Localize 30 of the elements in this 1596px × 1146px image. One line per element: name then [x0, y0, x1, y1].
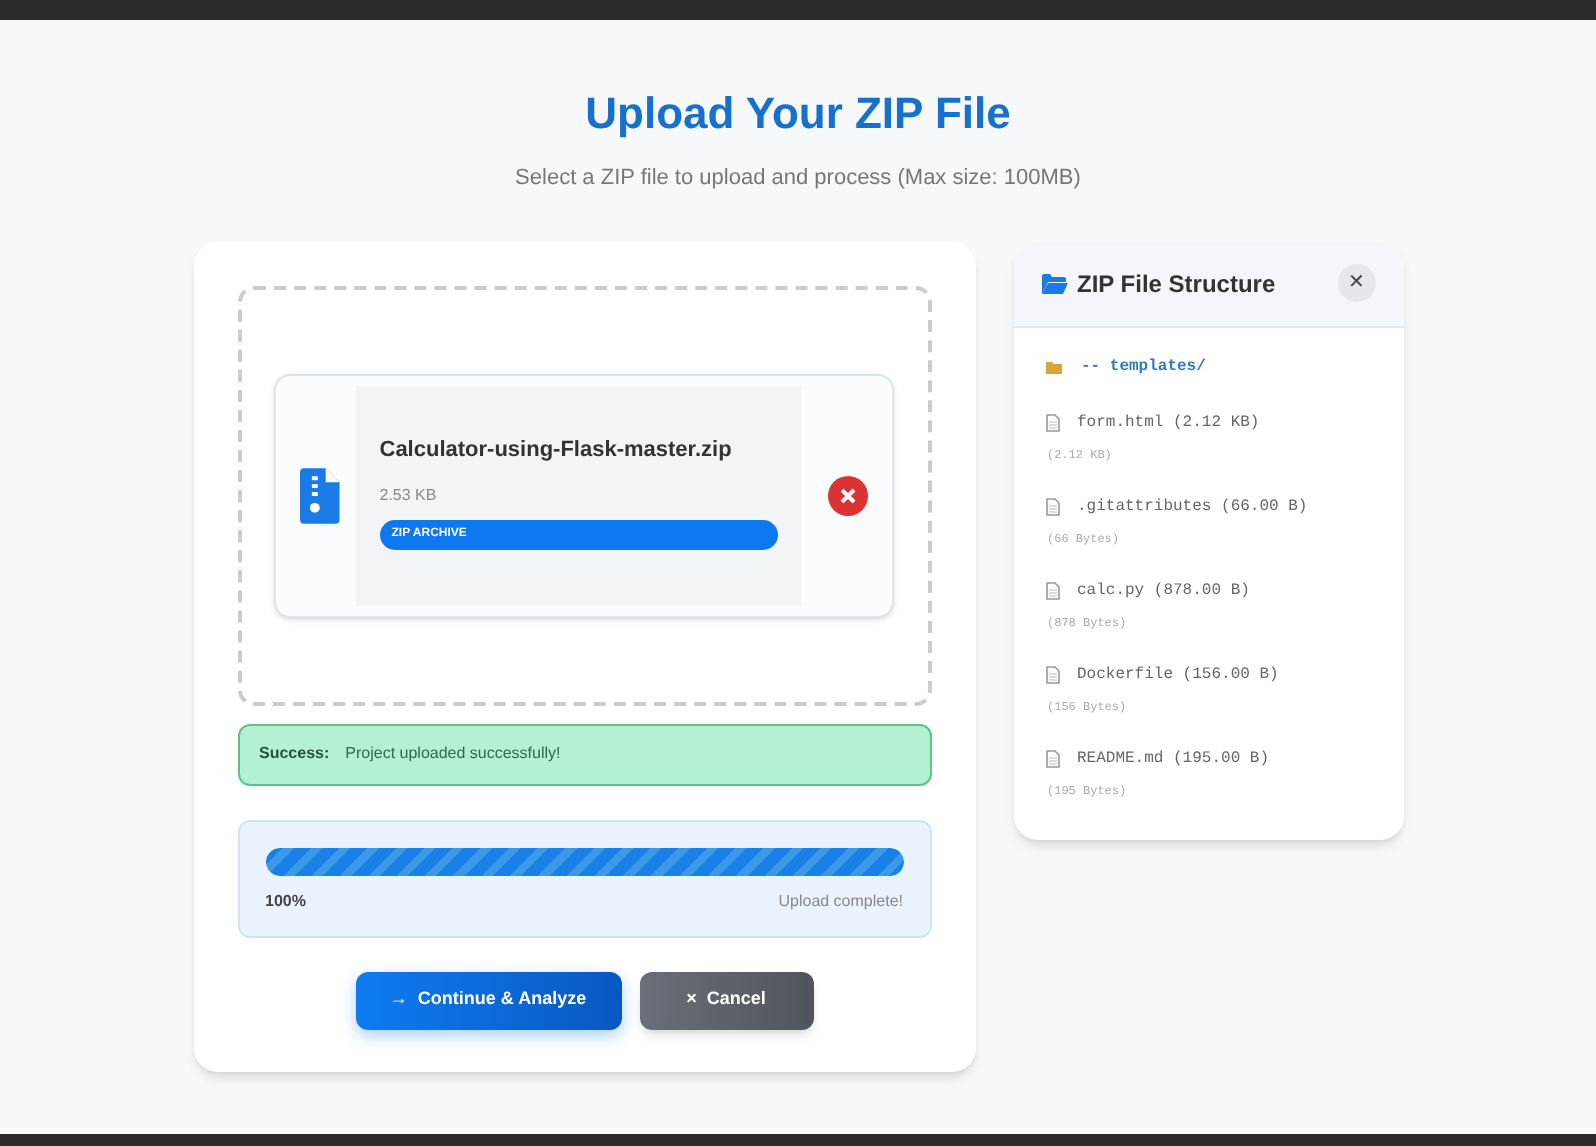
alert-message: Project uploaded successfully!	[345, 742, 561, 766]
page-title: Upload Your ZIP File	[585, 86, 1011, 142]
file-icon	[1045, 750, 1059, 768]
file-name[interactable]: calc.py (878.00 B)	[1077, 579, 1250, 603]
panel-title: ZIP File Structure	[1077, 267, 1278, 301]
file-size: 2.53 KB	[379, 484, 439, 508]
file-name[interactable]: .gitattributes (66.00 B)	[1077, 495, 1308, 519]
file-name[interactable]: README.md (195.00 B)	[1077, 747, 1270, 771]
file-icon	[1045, 666, 1059, 684]
continue-button[interactable]: → Continue & Analyze	[355, 971, 621, 1029]
page-subtitle: Select a ZIP file to upload and process (Max size: 100MB)	[515, 164, 1081, 194]
progress-percent: 100%	[265, 889, 306, 913]
folder-icon	[1045, 361, 1061, 373]
file-name[interactable]: form.html (2.12 KB)	[1077, 411, 1260, 435]
arrow-icon: →	[389, 986, 408, 1014]
file-icon	[1045, 498, 1059, 516]
folder-name[interactable]: -- templates/	[1081, 355, 1206, 379]
file-icon	[1045, 414, 1059, 432]
zip-file-icon	[300, 467, 340, 523]
file-name[interactable]: Dockerfile (156.00 B)	[1077, 663, 1279, 687]
close-icon: ×	[686, 986, 697, 1014]
folder-icon	[1041, 273, 1067, 293]
cancel-button[interactable]: × Cancel	[639, 971, 813, 1029]
file-icon	[1045, 582, 1059, 600]
close-button[interactable]: ✕	[1337, 264, 1375, 302]
remove-file-button[interactable]	[828, 475, 868, 515]
file-name: Calculator-using-Flask-master.zip	[379, 435, 734, 465]
close-icon	[840, 487, 857, 503]
progress-status: Upload complete!	[778, 889, 903, 913]
alert-label: Success:	[259, 742, 330, 766]
